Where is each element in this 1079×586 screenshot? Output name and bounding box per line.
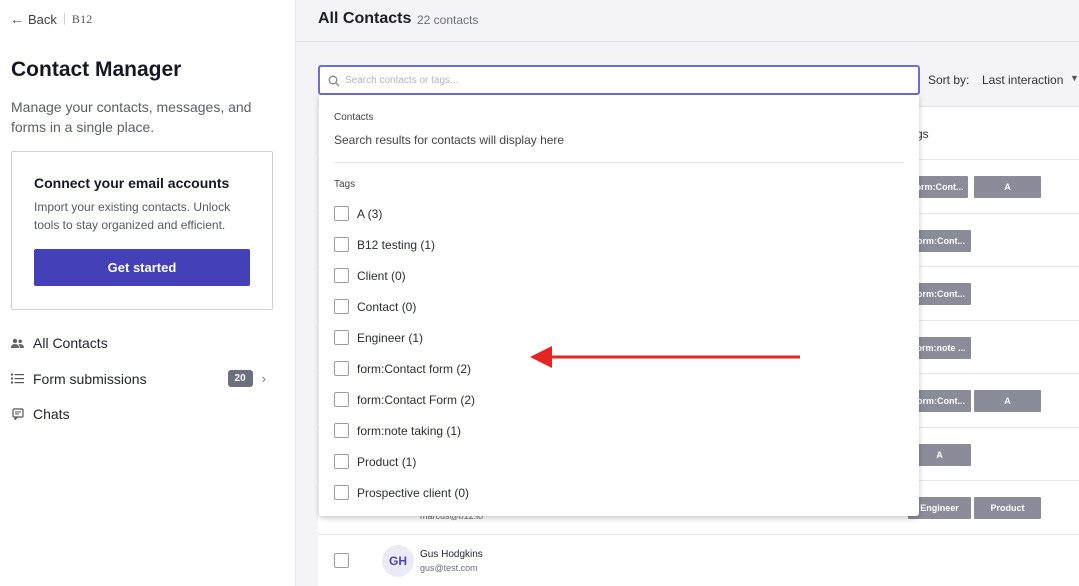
tag-checkbox[interactable] <box>334 299 349 314</box>
sidebar-item-label: Form submissions <box>33 370 147 387</box>
sidebar-item-chats[interactable]: Chats <box>11 406 266 422</box>
tag-option[interactable]: Product (1) <box>334 454 416 469</box>
row-checkbox[interactable] <box>334 553 349 568</box>
app-description: Manage your contacts, messages, and form… <box>11 99 252 135</box>
avatar: GH <box>382 545 414 577</box>
red-annotation-arrow-icon <box>530 346 800 368</box>
tag-checkbox[interactable] <box>334 206 349 221</box>
tag-checkbox[interactable] <box>334 237 349 252</box>
caret-down-icon[interactable]: ▼ <box>1070 73 1079 83</box>
tag-option[interactable]: B12 testing (1) <box>334 237 435 252</box>
tag-checkbox[interactable] <box>334 423 349 438</box>
tag-option[interactable]: form:Contact Form (2) <box>334 392 475 407</box>
tag-option[interactable]: form:note taking (1) <box>334 423 461 438</box>
connect-card-text: Import your existing contacts. Unlock to… <box>34 200 231 232</box>
chat-icon <box>11 408 24 421</box>
app-title: Contact Manager <box>11 58 182 81</box>
back-label: Back <box>28 11 57 27</box>
tag-checkbox[interactable] <box>334 268 349 283</box>
back-link[interactable]: ← Back B12 <box>10 11 93 27</box>
contacts-hint: Search results for contacts will display… <box>334 133 565 147</box>
tag-option[interactable]: form:Contact form (2) <box>334 361 471 376</box>
tag-option-label: A (3) <box>357 206 383 221</box>
sort-dropdown[interactable]: Last interaction <box>982 73 1063 87</box>
tag-option[interactable]: Client (0) <box>334 268 406 283</box>
chevron-right-icon: › <box>261 371 266 386</box>
dropdown-divider <box>334 162 904 163</box>
sidebar-item-label: Chats <box>33 406 70 422</box>
tag-option-label: form:Contact Form (2) <box>357 392 476 407</box>
tag-checkbox[interactable] <box>334 361 349 376</box>
tag-option[interactable]: Prospective client (0) <box>334 485 469 500</box>
tag-option[interactable]: A (3) <box>334 206 382 221</box>
get-started-button[interactable]: Get started <box>34 249 250 286</box>
b12-logo: B12 <box>71 11 93 26</box>
row-divider <box>318 534 1079 535</box>
page-title: All Contacts <box>318 10 412 27</box>
tag-option[interactable]: Engineer (1) <box>334 330 423 345</box>
tag-chip[interactable]: A <box>974 176 1041 198</box>
connect-email-card: Connect your email accounts Import your … <box>11 151 273 310</box>
list-icon <box>11 372 24 385</box>
tag-option-label: B12 testing (1) <box>357 237 436 252</box>
tag-option-label: form:Contact form (2) <box>357 361 472 376</box>
sort-label: Sort by: <box>928 73 970 87</box>
contact-count: 22 contacts <box>417 13 479 27</box>
sidebar: ← Back B12 Contact Manager Manage your c… <box>0 0 296 586</box>
page-header: All Contacts 22 contacts <box>296 0 1079 42</box>
contact-email: gus@test.com <box>420 563 478 573</box>
contacts-heading: Contacts <box>334 112 374 123</box>
divider <box>63 13 65 25</box>
sidebar-item-label: All Contacts <box>33 335 108 351</box>
tag-checkbox[interactable] <box>334 485 349 500</box>
tag-option-label: Client (0) <box>357 268 406 283</box>
tag-option-label: Engineer (1) <box>357 330 424 345</box>
tag-option-label: Contact (0) <box>357 299 417 314</box>
sidebar-item-all-contacts[interactable]: All Contacts <box>11 335 266 351</box>
tag-checkbox[interactable] <box>334 392 349 407</box>
count-badge: 20 <box>227 370 253 387</box>
tag-chip[interactable]: A <box>974 390 1041 412</box>
tag-checkbox[interactable] <box>334 454 349 469</box>
people-icon <box>11 337 24 350</box>
sidebar-item-form-submissions[interactable]: Form submissions 20 › <box>11 370 266 387</box>
search-icon <box>328 74 340 87</box>
contact-name[interactable]: Gus Hodgkins <box>420 549 483 560</box>
tag-option[interactable]: Contact (0) <box>334 299 416 314</box>
tag-option-label: Prospective client (0) <box>357 485 470 500</box>
search-dropdown: Contacts Search results for contacts wil… <box>319 95 919 516</box>
search-field[interactable] <box>318 65 920 95</box>
tag-option-label: form:note taking (1) <box>357 423 462 438</box>
arrow-left-icon: ← <box>10 11 24 27</box>
connect-card-title: Connect your email accounts <box>34 175 230 191</box>
tag-chip[interactable]: Product <box>974 497 1041 519</box>
tag-option-label: Product (1) <box>357 454 417 469</box>
tags-heading: Tags <box>334 179 356 190</box>
search-input[interactable] <box>345 71 905 89</box>
tag-checkbox[interactable] <box>334 330 349 345</box>
